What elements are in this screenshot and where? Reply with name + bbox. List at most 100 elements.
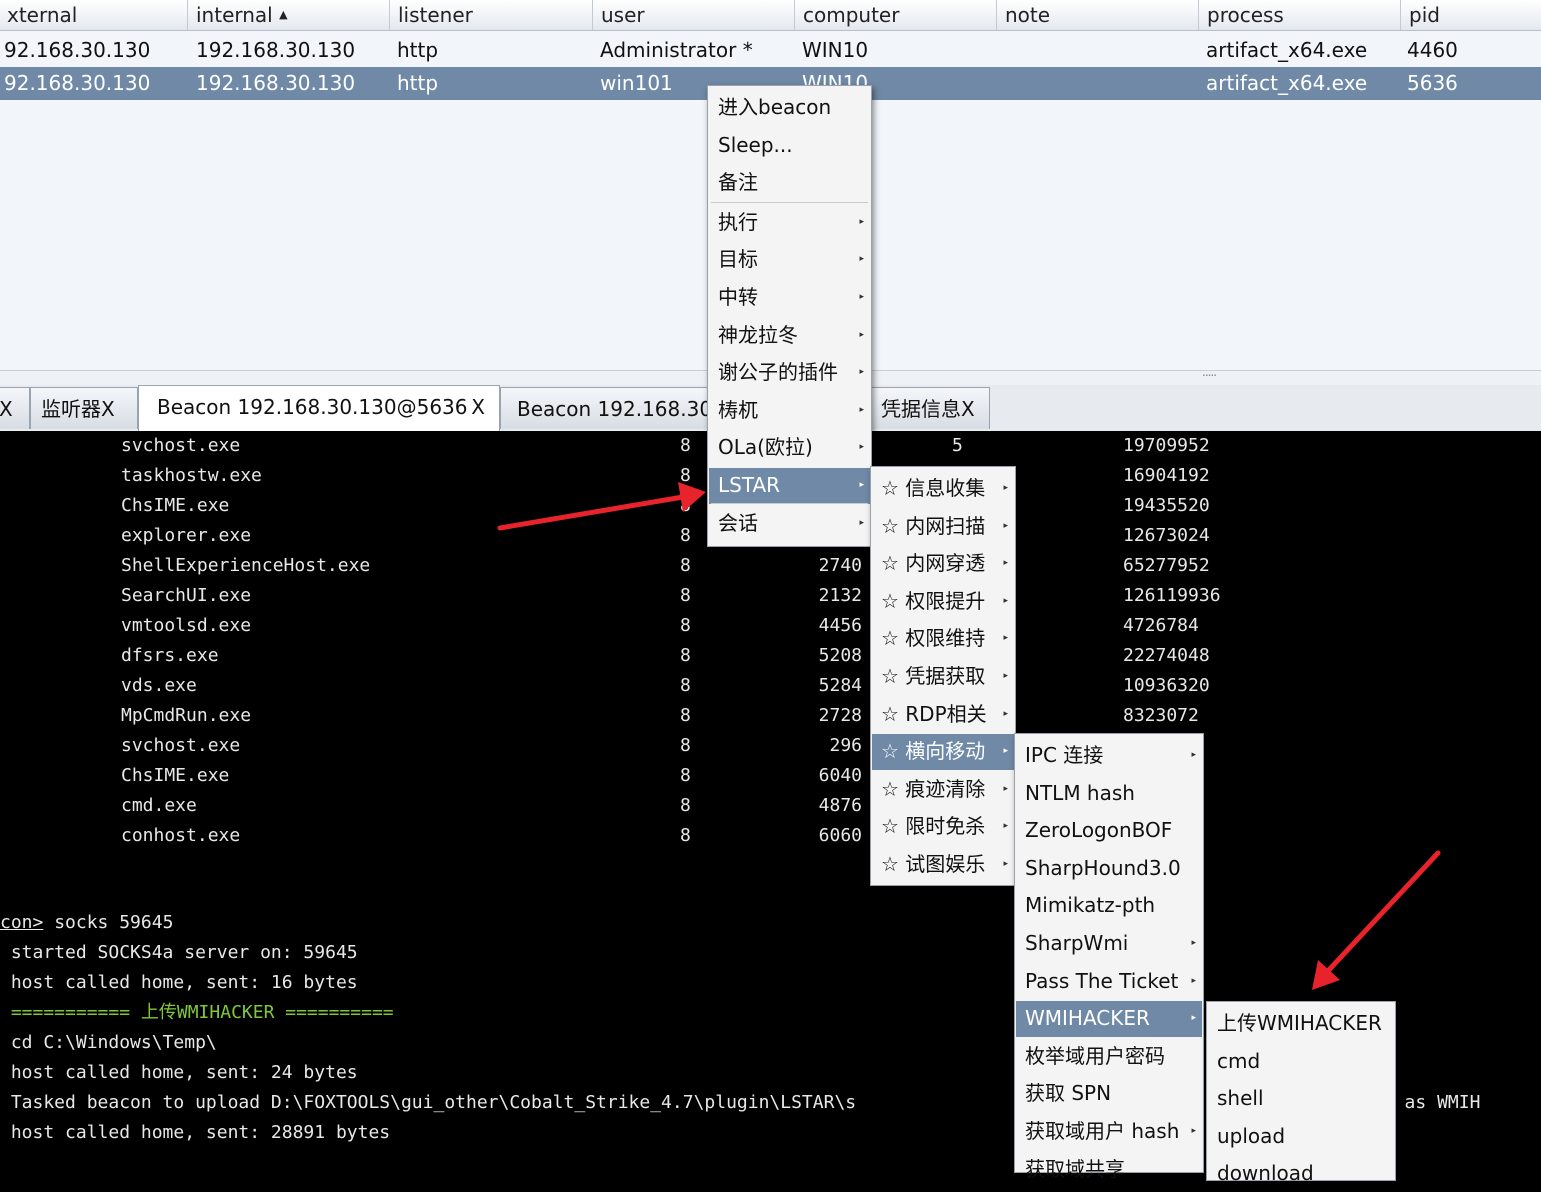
lateral-menu-item[interactable]: 获取域共享 [1016, 1152, 1202, 1188]
splitter-grip-icon: ..... [1202, 365, 1217, 379]
console-line: =========== 上传WMIHACKER ========== [0, 1002, 394, 1023]
lstar-menu-item[interactable]: ☆ 试图娱乐 ▸ [872, 847, 1014, 883]
tab-credentials[interactable]: 凭据信息X [870, 387, 990, 429]
lateral-menu-item[interactable]: 获取 SPN [1016, 1076, 1202, 1112]
submenu-arrow-icon: ▸ [1003, 633, 1008, 644]
context-menu-item[interactable]: 执行 ▸ [709, 205, 870, 241]
menu-item-label: OLa(欧拉) [718, 435, 813, 460]
process-col4: 65277952 [1123, 555, 1210, 576]
cell-computer: WIN10 [802, 38, 869, 62]
lateral-menu-item[interactable]: ZeroLogonBOF [1016, 813, 1202, 849]
process-name: svchost.exe [121, 735, 241, 756]
process-col2: 5208 [818, 645, 862, 666]
menu-item-label: IPC 连接 [1025, 743, 1104, 767]
lateral-menu-item[interactable]: WMIHACKER ▸ [1016, 1001, 1202, 1037]
lateral-menu-item[interactable]: NTLM hash [1016, 776, 1202, 812]
lstar-menu-item[interactable]: ☆ 信息收集 ▸ [872, 471, 1014, 507]
menu-item-label: ☆ 痕迹清除 [881, 776, 986, 801]
console-prompt: con> [0, 912, 44, 933]
lateral-menu-item[interactable]: SharpHound3.0 [1016, 851, 1202, 887]
column-header-pid[interactable]: pid [1400, 0, 1541, 30]
table-row[interactable]: 92.168.30.130 192.168.30.130 http Admini… [0, 34, 1541, 67]
menu-item-label: ☆ 内网穿透 [881, 551, 986, 576]
lateral-menu-item[interactable]: 获取域用户 hash ▸ [1016, 1114, 1202, 1150]
lstar-menu-item[interactable]: ☆ RDP相关 ▸ [872, 697, 1014, 733]
process-col1: 8 [680, 825, 691, 846]
column-header-computer[interactable]: computer [794, 0, 996, 30]
tab-label: X [0, 397, 13, 421]
context-menu-item[interactable]: 梼杌 ▸ [709, 393, 870, 429]
context-menu-item[interactable]: 谢公子的插件 ▸ [709, 355, 870, 391]
wmihacker-menu-item[interactable]: cmd [1208, 1044, 1394, 1080]
tab-listeners[interactable]: 监听器X [30, 387, 138, 429]
column-header-note[interactable]: note [996, 0, 1198, 30]
process-col1: 8 [680, 735, 691, 756]
cell-listener: http [397, 71, 439, 95]
context-menu-item[interactable]: 会话 ▸ [709, 506, 870, 542]
lateral-menu-item[interactable]: 枚举域用户密码 [1016, 1039, 1202, 1075]
context-menu-item[interactable]: LSTAR ▸ [709, 468, 870, 504]
context-menu-item[interactable]: 备注 [709, 165, 870, 201]
submenu-arrow-icon: ▸ [1191, 938, 1196, 948]
column-header-external[interactable]: xternal [0, 0, 187, 30]
lateral-menu-item[interactable]: Pass The Ticket ▸ [1016, 964, 1202, 1000]
process-name: conhost.exe [121, 825, 241, 846]
column-header-process[interactable]: process [1198, 0, 1400, 30]
tab-partial[interactable]: X [0, 387, 30, 429]
wmihacker-menu-item[interactable]: 上传WMIHACKER [1208, 1006, 1394, 1042]
process-col2: 4876 [818, 795, 862, 816]
context-menu-item[interactable]: 神龙拉冬 ▸ [709, 318, 870, 354]
process-name: ShellExperienceHost.exe [121, 555, 371, 576]
process-col2: 2132 [818, 585, 862, 606]
submenu-arrow-icon: ▸ [859, 254, 864, 265]
menu-item-label: SharpHound3.0 [1025, 855, 1181, 880]
column-header-internal[interactable]: internal ▲ [187, 0, 389, 30]
sort-ascending-icon: ▲ [279, 8, 288, 21]
process-name: ChsIME.exe [121, 765, 230, 786]
submenu-arrow-icon: ▸ [1003, 595, 1008, 606]
lstar-menu-item[interactable]: ☆ 限时免杀 ▸ [872, 809, 1014, 845]
wmihacker-menu-item[interactable]: download [1208, 1156, 1394, 1192]
lstar-menu-item[interactable]: ☆ 权限维持 ▸ [872, 621, 1014, 657]
lateral-menu-item[interactable]: SharpWmi ▸ [1016, 926, 1202, 962]
process-col4: 19435520 [1123, 495, 1210, 516]
lstar-menu-item[interactable]: ☆ 凭据获取 ▸ [872, 659, 1014, 695]
cell-pid: 4460 [1407, 38, 1458, 62]
submenu-arrow-icon: ▸ [1191, 1126, 1196, 1136]
column-header-user[interactable]: user [592, 0, 794, 30]
wmihacker-menu-item[interactable]: upload [1208, 1119, 1394, 1155]
lateral-menu-item[interactable]: IPC 连接 ▸ [1016, 738, 1202, 774]
submenu-arrow-icon: ▸ [1191, 975, 1196, 986]
lstar-menu-item[interactable]: ☆ 权限提升 ▸ [872, 584, 1014, 620]
wmihacker-menu-item[interactable]: shell [1208, 1081, 1394, 1117]
process-col1: 8 [680, 675, 691, 696]
context-menu-item[interactable]: 进入beacon [709, 90, 870, 126]
menu-item-label: shell [1217, 1086, 1264, 1111]
process-col2: 5284 [818, 675, 862, 696]
process-col4: 19709952 [1123, 435, 1210, 456]
process-name: svchost.exe [121, 435, 241, 456]
menu-item-label: 获取 SPN [1025, 1081, 1112, 1106]
context-menu-item[interactable]: 中转 ▸ [709, 280, 870, 316]
tab-beacon-5636[interactable]: Beacon 192.168.30.130@5636 X [138, 385, 500, 431]
lstar-menu-item[interactable]: ☆ 内网扫描 ▸ [872, 509, 1014, 545]
tab-label: 监听器X [41, 397, 115, 421]
context-menu-item[interactable]: 目标 ▸ [709, 242, 870, 278]
submenu-arrow-icon: ▸ [859, 329, 864, 340]
menu-item-label: 执行 [718, 209, 758, 234]
context-menu-item[interactable]: Sleep... [709, 128, 870, 164]
context-menu-item[interactable]: OLa(欧拉) ▸ [709, 430, 870, 466]
column-header-listener[interactable]: listener [389, 0, 592, 30]
menu-item-label: ☆ RDP相关 [881, 701, 987, 726]
lateral-menu-item[interactable]: Mimikatz-pth [1016, 888, 1202, 924]
menu-item-label: cmd [1217, 1048, 1261, 1073]
process-name: taskhostw.exe [121, 465, 262, 486]
submenu-arrow-icon: ▸ [859, 292, 864, 302]
lstar-menu-item[interactable]: ☆ 内网穿透 ▸ [872, 546, 1014, 582]
menu-item-label: Sleep... [718, 132, 793, 157]
tab-close-icon[interactable]: X [471, 386, 485, 428]
cell-pid: 5636 [1407, 71, 1458, 95]
lstar-menu-item[interactable]: ☆ 横向移动 ▸ [872, 734, 1014, 770]
submenu-arrow-icon: ▸ [1003, 746, 1008, 757]
lstar-menu-item[interactable]: ☆ 痕迹清除 ▸ [872, 772, 1014, 808]
